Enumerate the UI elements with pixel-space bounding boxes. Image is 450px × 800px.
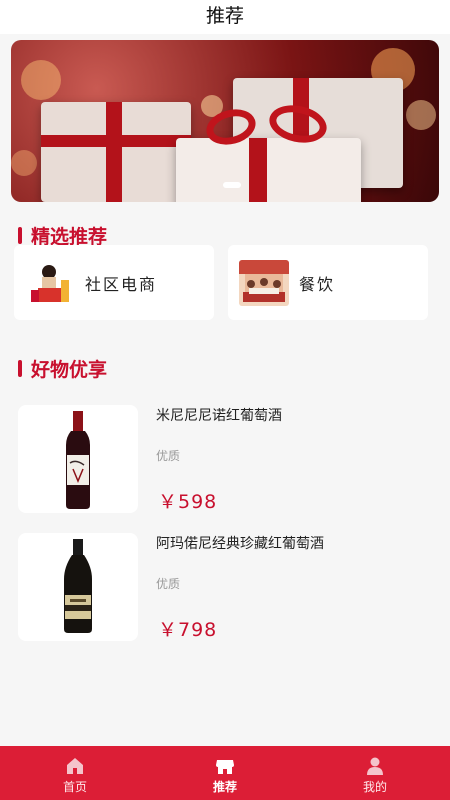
section-marker (18, 227, 22, 244)
section-title-text: 好物优享 (31, 359, 108, 381)
bottom-tab-bar: 首页 推荐 我的 (0, 746, 450, 800)
store-icon (216, 760, 234, 774)
tab-profile[interactable]: 我的 (300, 746, 450, 800)
user-icon (367, 757, 383, 775)
product-tag: 优质 (156, 577, 181, 591)
carousel-indicator[interactable] (223, 182, 241, 188)
amarone-wine-bottle-icon (18, 533, 138, 641)
dining-icon (239, 259, 289, 306)
category-label: 社区电商 (85, 274, 158, 294)
product-tag: 优质 (156, 449, 181, 463)
banner-carousel[interactable] (11, 40, 439, 202)
product-name: 米尼尼尼诺红葡萄酒 (156, 408, 282, 424)
community-ecommerce-icon (25, 259, 75, 306)
product-price: ￥798 (158, 619, 218, 641)
product-item[interactable]: 阿玛偌尼经典珍藏红葡萄酒 优质 ￥798 (18, 533, 438, 643)
tab-label: 首页 (62, 780, 87, 794)
product-name: 阿玛偌尼经典珍藏红葡萄酒 (156, 536, 324, 552)
category-card-dining[interactable]: 餐饮 (228, 245, 428, 320)
red-wine-bottle-icon (18, 405, 138, 513)
section-title-products: 好物优享 (18, 355, 107, 382)
page-title: 推荐 (205, 5, 244, 27)
tab-label: 推荐 (212, 780, 237, 794)
tab-label: 我的 (362, 780, 387, 794)
top-bar: 推荐 (0, 0, 450, 34)
category-label: 餐饮 (299, 274, 336, 294)
tab-recommend[interactable]: 推荐 (150, 746, 300, 800)
section-marker (18, 360, 22, 377)
tab-home[interactable]: 首页 (0, 746, 150, 800)
product-price: ￥598 (158, 491, 218, 513)
home-icon (67, 758, 83, 774)
product-item[interactable]: 米尼尼尼诺红葡萄酒 优质 ￥598 (18, 405, 438, 515)
category-card-community[interactable]: 社区电商 (14, 245, 214, 320)
